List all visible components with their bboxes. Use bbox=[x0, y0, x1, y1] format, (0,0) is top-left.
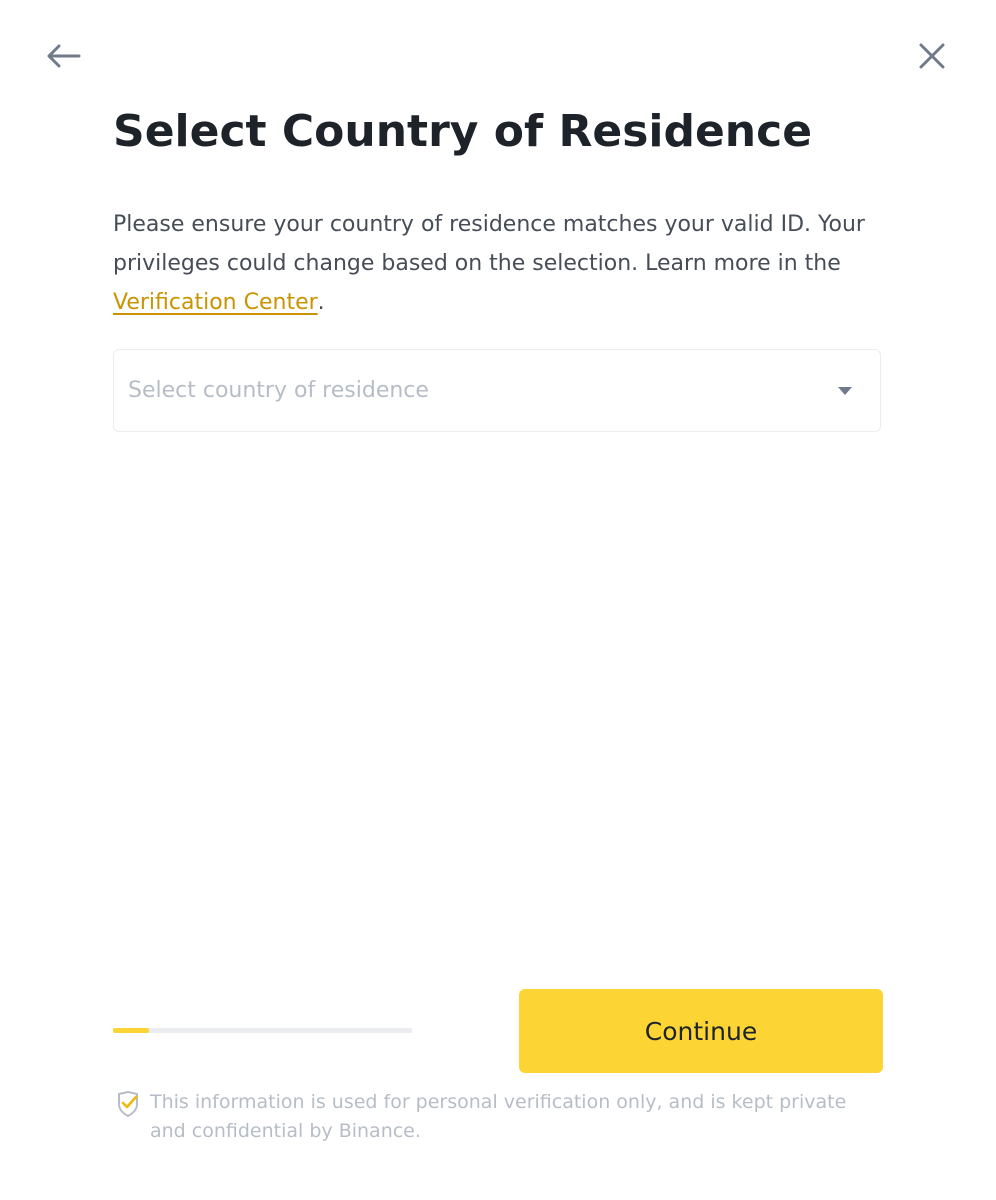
country-select[interactable]: Select country of residence bbox=[113, 349, 881, 432]
page-title: Select Country of Residence bbox=[113, 106, 813, 157]
verification-page: Select Country of Residence Please ensur… bbox=[0, 0, 996, 1200]
close-button[interactable] bbox=[912, 36, 952, 76]
description-suffix: . bbox=[317, 290, 325, 315]
country-select-placeholder: Select country of residence bbox=[128, 378, 429, 403]
continue-button[interactable]: Continue bbox=[519, 989, 883, 1073]
description-text: Please ensure your country of residence … bbox=[113, 212, 865, 276]
privacy-note: This information is used for personal ve… bbox=[116, 1088, 896, 1146]
description: Please ensure your country of residence … bbox=[113, 205, 883, 322]
caret-down-icon bbox=[836, 385, 854, 397]
progress-bar bbox=[113, 1028, 412, 1033]
back-button[interactable] bbox=[44, 36, 84, 76]
shield-check-icon bbox=[118, 1091, 138, 1117]
progress-bar-fill bbox=[113, 1028, 149, 1033]
privacy-note-text: This information is used for personal ve… bbox=[150, 1091, 847, 1142]
verification-center-link[interactable]: Verification Center bbox=[113, 290, 318, 315]
arrow-left-icon bbox=[47, 44, 81, 68]
close-icon bbox=[919, 43, 945, 69]
